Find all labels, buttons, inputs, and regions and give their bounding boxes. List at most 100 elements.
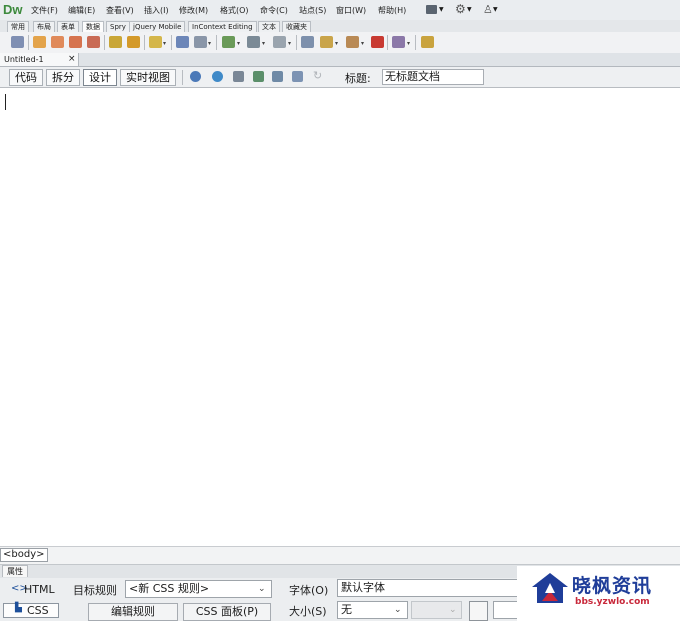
chevron-down-icon: ▾ <box>335 40 339 47</box>
repeated-region-icon[interactable] <box>87 36 100 48</box>
document-title-input[interactable]: 无标题文档 <box>382 69 484 85</box>
insert-tab-incontext-editing[interactable]: InContext Editing <box>188 21 257 32</box>
chevron-down-icon: ▼ <box>467 6 472 13</box>
close-icon[interactable]: × <box>68 54 76 64</box>
menu-help[interactable]: 帮助(H) <box>378 5 406 16</box>
chevron-down-icon: ▾ <box>237 40 241 47</box>
toolbar-separator <box>171 35 172 50</box>
chevron-down-icon: ▾ <box>407 40 411 47</box>
toolbar-separator <box>387 35 388 50</box>
insert-tab-jquery-mobile[interactable]: jQuery Mobile <box>129 21 186 32</box>
refresh-icon[interactable]: ↻ <box>313 69 322 82</box>
size-value: 无 <box>341 603 352 616</box>
target-rule-select[interactable]: <新 CSS 规则> <box>125 580 272 598</box>
target-rule-label: 目标规则 <box>73 584 117 597</box>
show-region-icon[interactable] <box>109 36 122 48</box>
tag-selector-body[interactable]: <body> <box>0 548 48 562</box>
import-tabular-data-icon[interactable] <box>11 36 24 48</box>
preview-browser-icon[interactable] <box>212 71 223 82</box>
insert-record-icon[interactable] <box>222 36 235 48</box>
insert-tab-text[interactable]: 文本 <box>258 21 280 32</box>
spry-data-icon[interactable] <box>421 36 434 48</box>
watermark-url: bbs.yzwlo.com <box>575 597 650 607</box>
properties-tab[interactable]: 属性 <box>2 565 28 577</box>
check-browser-icon[interactable] <box>292 71 303 82</box>
menu-edit[interactable]: 编辑(E) <box>68 5 95 16</box>
document-tab-label: Untitled-1 <box>4 55 44 64</box>
css-mode-icon: ▙ <box>15 603 22 613</box>
form-objects-icon[interactable] <box>392 36 405 48</box>
design-view-button[interactable]: 设计 <box>83 69 117 86</box>
insert-tab-spry[interactable]: Spry <box>106 21 130 32</box>
size-label: 大小(S) <box>289 605 327 618</box>
multiscreen-icon[interactable] <box>190 71 201 82</box>
insert-tab-data[interactable]: 数据 <box>82 21 104 32</box>
insert-toolbar <box>0 32 680 54</box>
toolbar-separator <box>28 35 29 50</box>
menu-file[interactable]: 文件(F) <box>31 5 58 16</box>
chevron-down-icon: ⌄ <box>449 605 457 615</box>
recordset-icon[interactable] <box>33 36 46 48</box>
menu-window[interactable]: 窗口(W) <box>336 5 366 16</box>
title-label: 标题: <box>345 72 371 85</box>
document-tab-bar <box>0 53 680 67</box>
design-canvas[interactable] <box>0 88 680 546</box>
recordset-paging-icon[interactable] <box>127 36 140 48</box>
delete-record-icon[interactable] <box>273 36 286 48</box>
display-record-count-icon[interactable] <box>176 36 189 48</box>
menu-insert[interactable]: 插入(I) <box>144 5 169 16</box>
gear-icon[interactable]: ⚙ <box>455 2 466 16</box>
master-detail-page-set-icon[interactable] <box>194 36 207 48</box>
server-behavior-icon[interactable] <box>346 36 359 48</box>
insert-tab-layout[interactable]: 布局 <box>33 21 55 32</box>
user-authentication-icon[interactable] <box>301 36 314 48</box>
chevron-down-icon: ▾ <box>163 40 167 47</box>
layout-switcher-icon[interactable] <box>426 5 437 14</box>
toolbar-separator <box>144 35 145 50</box>
color-swatch[interactable] <box>469 601 488 621</box>
chevron-down-icon: ▼ <box>439 6 444 13</box>
chevron-down-icon: ⌄ <box>394 605 402 615</box>
visual-aids-icon[interactable] <box>272 71 283 82</box>
live-view-button[interactable]: 实时视图 <box>120 69 176 86</box>
w3c-validation-icon[interactable] <box>253 71 264 82</box>
code-view-button[interactable]: 代码 <box>9 69 43 86</box>
menu-format[interactable]: 格式(O) <box>220 5 249 16</box>
app-logo: Dw <box>3 2 23 17</box>
target-rule-value: <新 CSS 规则> <box>129 582 210 595</box>
css-mode-button[interactable]: CSS <box>27 604 49 617</box>
font-select[interactable]: 默认字体 <box>337 579 518 597</box>
xslt-transformation-icon[interactable] <box>320 36 333 48</box>
insert-tab-common[interactable]: 常用 <box>7 21 29 32</box>
chevron-down-icon: ▾ <box>208 40 212 47</box>
toolbar-separator <box>415 35 416 50</box>
chevron-down-icon: ▾ <box>262 40 266 47</box>
edit-rule-button[interactable]: 编辑规则 <box>88 603 178 621</box>
user-icon[interactable]: ♙ <box>483 3 493 16</box>
dynamic-data-icon[interactable] <box>69 36 82 48</box>
menu-modify[interactable]: 修改(M) <box>179 5 208 16</box>
toolbar-separator <box>216 35 217 50</box>
file-management-icon[interactable] <box>233 71 244 82</box>
menu-view[interactable]: 查看(V) <box>106 5 134 16</box>
update-record-icon[interactable] <box>247 36 260 48</box>
font-label: 字体(O) <box>289 584 329 597</box>
insert-tab-forms[interactable]: 表单 <box>57 21 79 32</box>
css-panel-button[interactable]: CSS 面板(P) <box>183 603 271 621</box>
go-to-record-icon[interactable] <box>149 36 162 48</box>
toolbar-separator <box>104 35 105 50</box>
menu-commands[interactable]: 命令(C) <box>260 5 288 16</box>
chevron-down-icon: ⌄ <box>258 584 266 594</box>
chevron-down-icon: ▼ <box>493 6 498 13</box>
split-view-button[interactable]: 拆分 <box>46 69 80 86</box>
watermark-name: 晓枫资讯 <box>572 575 653 597</box>
menu-site[interactable]: 站点(S) <box>299 5 326 16</box>
insert-tab-favorites[interactable]: 收藏夹 <box>282 21 311 32</box>
toolbar-separator <box>296 35 297 50</box>
text-caret <box>5 94 6 110</box>
status-bar <box>0 546 680 564</box>
stored-procedure-icon[interactable] <box>51 36 64 48</box>
chevron-down-icon: ▾ <box>361 40 365 47</box>
remove-behavior-icon[interactable] <box>371 36 384 48</box>
html-mode-button[interactable]: HTML <box>24 583 55 596</box>
